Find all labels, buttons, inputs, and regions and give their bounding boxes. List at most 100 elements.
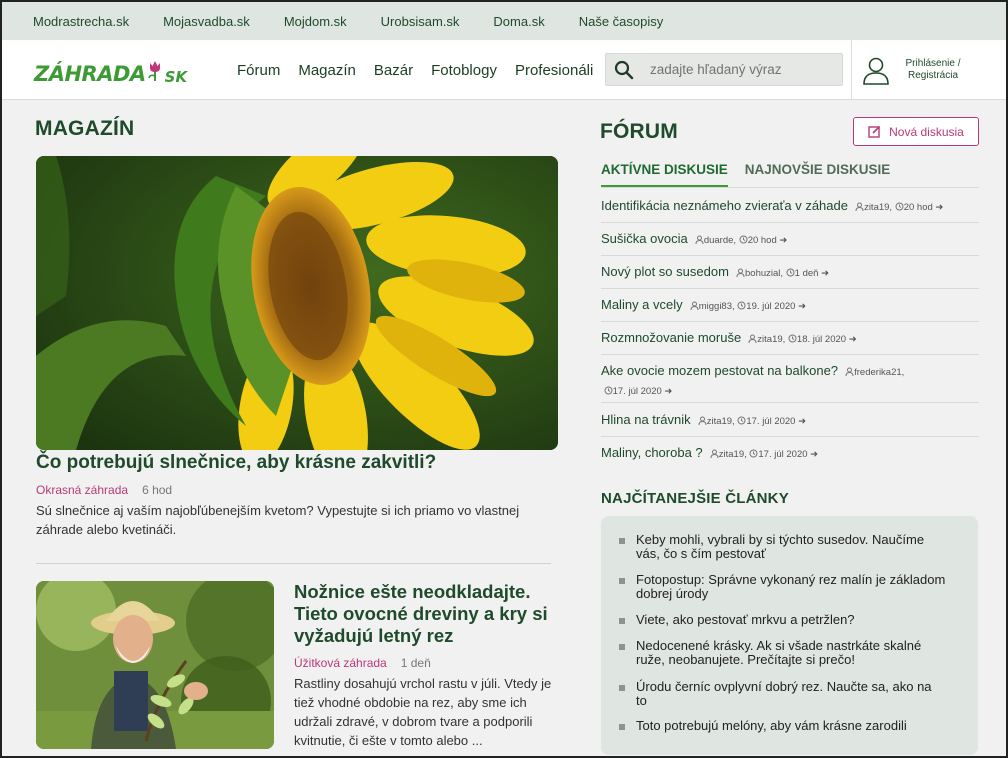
second-article-category[interactable]: Úžitková záhrada xyxy=(294,656,387,670)
discussion-meta: duarde, 20 hod ➜ xyxy=(692,235,787,246)
goto-last-icon[interactable]: ➜ xyxy=(849,334,857,345)
login-label: Prihlásenie / xyxy=(905,58,961,69)
title-line: Tieto ovocné dreviny a kry si xyxy=(294,603,548,624)
clock-icon xyxy=(737,416,746,425)
nav-forum[interactable]: Fórum xyxy=(237,62,280,79)
top-article-item[interactable]: Viete, ako pestovať mrkvu a petržlen? xyxy=(619,612,956,627)
top-article-line: Úrodu černíc ovplyvní dobrý rez. Naučte … xyxy=(636,679,932,694)
user-icon xyxy=(855,202,864,211)
tulip-icon xyxy=(147,61,160,81)
featured-article-category[interactable]: Okrasná záhrada xyxy=(36,483,128,497)
top-articles-list: Keby mohli, vybrali by si týchto susedov… xyxy=(601,516,978,755)
excerpt-line: tiež vhodné obdobie na rez, aby sme ich xyxy=(294,695,527,710)
discussion-title[interactable]: Maliny a vcely xyxy=(601,297,683,312)
login-area[interactable]: Prihlásenie / Registrácia xyxy=(851,40,1006,100)
top-article-item[interactable]: Fotopostup: Správne vykonaný rez malín j… xyxy=(619,573,956,601)
goto-last-icon[interactable]: ➜ xyxy=(821,268,829,279)
top-article-line: Keby mohli, vybrali by si týchto susedov… xyxy=(636,532,925,547)
network-link-nase-casopisy[interactable]: Naše časopisy xyxy=(579,14,664,29)
discussion-row[interactable]: Maliny a vcely miggi83, 19. júl 2020 ➜ xyxy=(601,296,979,322)
clock-icon xyxy=(788,334,797,343)
discussion-row[interactable]: Maliny, choroba ? zita19, 17. júl 2020 ➜ xyxy=(601,444,979,470)
title-line: Nožnice ešte neodkladajte. xyxy=(294,581,531,602)
discussion-user[interactable]: frederika21, xyxy=(854,367,904,378)
second-article-image[interactable] xyxy=(36,581,274,749)
top-article-line: vás, čo s čím pestovať xyxy=(636,546,766,561)
discussion-user[interactable]: zita19, xyxy=(719,449,747,460)
network-link-mojdom[interactable]: Mojdom.sk xyxy=(284,14,347,29)
login-link[interactable]: Prihlásenie / Registrácia xyxy=(901,58,965,82)
discussion-user[interactable]: duarde, xyxy=(704,235,736,246)
tab-newest-discussions[interactable]: NAJNOVŠIE DISKUSIE xyxy=(745,162,891,188)
logo-suffix: SK xyxy=(164,68,188,86)
network-link-modrastrecha[interactable]: Modrastrecha.sk xyxy=(33,14,129,29)
discussion-title[interactable]: Sušička ovocia xyxy=(601,231,688,246)
user-icon xyxy=(748,334,757,343)
user-icon xyxy=(710,449,719,458)
goto-last-icon[interactable]: ➜ xyxy=(798,301,806,312)
nav-bazar[interactable]: Bazár xyxy=(374,62,413,79)
network-link-mojasvadba[interactable]: Mojasvadba.sk xyxy=(163,14,250,29)
discussion-row[interactable]: Rozmnožovanie moruše zita19, 18. júl 202… xyxy=(601,329,979,355)
discussion-time: 18. júl 2020 xyxy=(796,334,847,345)
register-label: Registrácia xyxy=(907,70,959,81)
clock-icon xyxy=(737,301,746,310)
discussion-meta: zita19, 18. júl 2020 ➜ xyxy=(746,334,857,345)
discussion-title[interactable]: Ake ovocie mozem pestovat na balkone? xyxy=(601,363,838,378)
discussion-title[interactable]: Identifikácia neznámeho zvieraťa v záhad… xyxy=(601,198,848,213)
clock-icon xyxy=(895,202,904,211)
clock-icon xyxy=(786,268,795,277)
goto-last-icon[interactable]: ➜ xyxy=(935,202,943,213)
network-link-doma[interactable]: Doma.sk xyxy=(493,14,544,29)
top-article-item[interactable]: Toto potrebujú melóny, aby vám krásne za… xyxy=(619,719,956,733)
discussion-time: 17. júl 2020 xyxy=(612,386,662,397)
featured-article-image[interactable] xyxy=(36,156,558,450)
second-article-meta: Úžitková záhrada 1 deň xyxy=(294,656,431,670)
nav-fotoblogy[interactable]: Fotoblogy xyxy=(431,62,497,79)
top-article-line: Viete, ako pestovať mrkvu a petržlen? xyxy=(636,612,855,627)
top-article-item[interactable]: Keby mohli, vybrali by si týchto susedov… xyxy=(619,532,956,561)
discussion-row[interactable]: Nový plot so susedom bohuzial, 1 deň ➜ xyxy=(601,263,979,289)
top-article-item[interactable]: Nedocenené krásky. Ak si všade nastrkáte… xyxy=(619,639,956,667)
search-input[interactable] xyxy=(650,62,840,77)
top-articles-title: NAJČÍTANEJŠIE ČLÁNKY xyxy=(601,490,789,507)
network-link-urobsisam[interactable]: Urobsisam.sk xyxy=(381,14,460,29)
tab-active-discussions[interactable]: AKTÍVNE DISKUSIE xyxy=(601,162,728,188)
discussion-time: 19. júl 2020 xyxy=(746,301,796,312)
discussion-time: 1 deň xyxy=(794,268,819,279)
goto-last-icon[interactable]: ➜ xyxy=(779,235,787,246)
featured-article-title[interactable]: Čo potrebujú slnečnice, aby krásne zakvi… xyxy=(36,452,436,474)
discussion-user[interactable]: zita19, xyxy=(707,416,735,427)
discussion-title[interactable]: Maliny, choroba ? xyxy=(601,445,703,460)
discussion-user[interactable]: miggi83, xyxy=(699,301,735,312)
search-icon[interactable] xyxy=(606,54,642,85)
top-article-item[interactable]: Úrodu černíc ovplyvní dobrý rez. Naučte … xyxy=(619,679,956,708)
nav-magazin[interactable]: Magazín xyxy=(298,62,356,79)
discussion-user[interactable]: zita19, xyxy=(757,334,785,345)
second-article-title[interactable]: Nožnice ešte neodkladajte. Tieto ovocné … xyxy=(294,581,548,647)
discussion-title[interactable]: Rozmnožovanie moruše xyxy=(601,330,741,345)
discussion-row[interactable]: Sušička ovocia duarde, 20 hod ➜ xyxy=(601,230,979,256)
discussion-title[interactable]: Hlina na trávnik xyxy=(601,412,691,427)
goto-last-icon[interactable]: ➜ xyxy=(810,449,818,460)
featured-article-meta: Okrasná záhrada 6 hod xyxy=(36,483,172,497)
new-discussion-button[interactable]: Nová diskusia xyxy=(853,117,979,146)
discussion-user[interactable]: zita19, xyxy=(864,202,892,213)
discussion-title[interactable]: Nový plot so susedom xyxy=(601,264,729,279)
goto-last-icon[interactable]: ➜ xyxy=(798,416,806,427)
discussion-meta: bohuzial, 1 deň ➜ xyxy=(733,268,829,279)
discussion-time: 17. júl 2020 xyxy=(746,416,796,427)
page-frame: Modrastrecha.sk Mojasvadba.sk Mojdom.sk … xyxy=(0,0,1008,758)
site-logo[interactable]: ZÁHRADA SK xyxy=(34,54,187,86)
magazine-title: MAGAZÍN xyxy=(35,117,135,140)
main-nav: Fórum Magazín Bazár Fotoblogy Profesioná… xyxy=(237,40,611,100)
second-article-excerpt: Rastliny dosahujú vrchol rastu v júli. V… xyxy=(294,674,564,750)
discussion-user[interactable]: bohuzial, xyxy=(745,268,783,279)
discussion-row[interactable]: Ake ovocie mozem pestovat na balkone? fr… xyxy=(601,362,979,403)
nav-profesionali[interactable]: Profesionáli xyxy=(515,62,593,79)
gardener-image xyxy=(36,581,274,749)
discussion-row[interactable]: Identifikácia neznámeho zvieraťa v záhad… xyxy=(601,197,979,223)
goto-last-icon[interactable]: ➜ xyxy=(664,386,672,397)
top-article-line: to xyxy=(636,693,647,708)
discussion-row[interactable]: Hlina na trávnik zita19, 17. júl 2020 ➜ xyxy=(601,411,979,437)
